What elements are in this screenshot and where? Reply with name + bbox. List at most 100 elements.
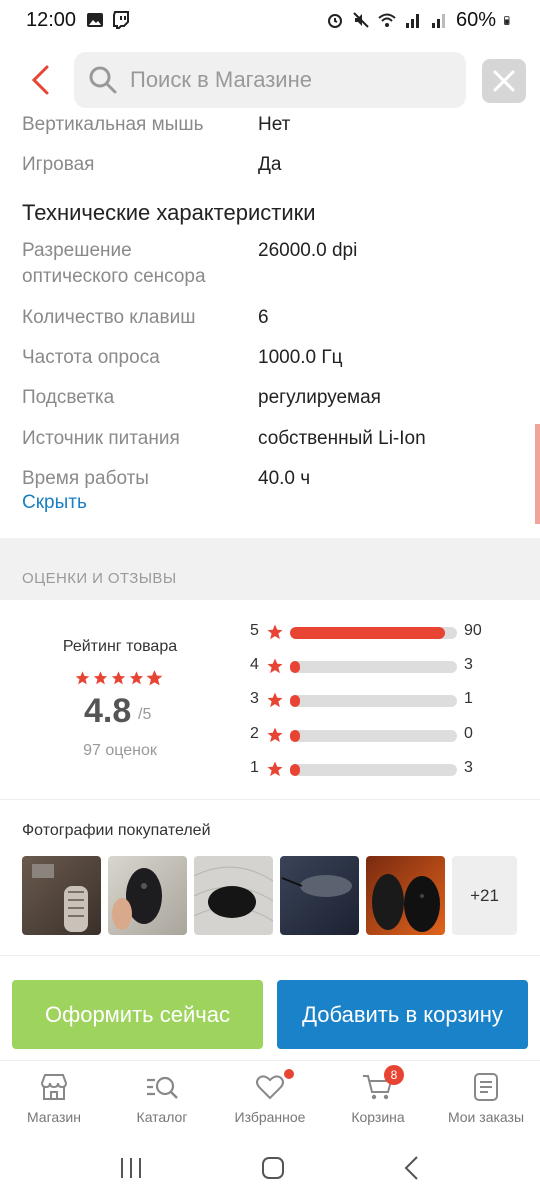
customer-photos-title: Фотографии покупателей — [22, 822, 211, 839]
nav-item-cart[interactable]: 8 Корзина — [324, 1061, 432, 1140]
catalog-search-icon — [147, 1076, 178, 1099]
bar-track — [290, 627, 457, 639]
notification-dot — [284, 1069, 294, 1079]
star-half-icon — [146, 670, 163, 686]
scroll-indicator — [535, 424, 540, 524]
spec-key: Разрешение оптического сенсора — [22, 240, 206, 287]
close-icon — [493, 70, 515, 92]
rating-bar-row: 1 3 — [250, 759, 520, 779]
mouse-photo-icon — [112, 868, 162, 930]
recent-apps-button[interactable] — [118, 1156, 144, 1185]
battery-icon — [504, 16, 510, 25]
bar-stars: 4 — [250, 656, 259, 673]
clear-search-button[interactable] — [482, 59, 526, 103]
bar-stars: 2 — [250, 725, 259, 742]
orders-icon — [474, 1073, 498, 1101]
section-separator — [0, 538, 540, 600]
bar-fill — [290, 627, 446, 639]
spec-key: Время работы — [22, 468, 149, 489]
spec-value: 6 — [258, 307, 269, 328]
customer-photo[interactable] — [366, 856, 445, 935]
nav-item-favorites[interactable]: Избранное — [216, 1061, 324, 1140]
divider — [0, 955, 540, 956]
store-icon — [40, 1074, 68, 1100]
spec-key: Игровая — [22, 154, 95, 175]
star-icon — [93, 671, 108, 685]
rating-bar-row: 5 90 — [250, 622, 520, 642]
bar-track — [290, 764, 457, 776]
hide-specs-link[interactable]: Скрыть — [22, 492, 87, 514]
battery-percent: 60% — [455, 8, 496, 31]
system-nav-bar — [0, 1140, 540, 1200]
bar-count: 1 — [464, 690, 473, 707]
back-button[interactable] — [22, 62, 58, 98]
bar-count: 90 — [464, 622, 482, 639]
search-box[interactable] — [74, 52, 466, 108]
rating-bar-row: 3 1 — [250, 690, 520, 710]
bar-stars: 1 — [250, 759, 259, 776]
bar-count: 3 — [464, 656, 473, 673]
nav-item-store[interactable]: Магазин — [0, 1061, 108, 1140]
bar-fill — [290, 695, 300, 707]
spec-value: 40.0 ч — [258, 468, 311, 489]
rating-stars — [74, 670, 163, 686]
twitch-icon — [113, 11, 130, 29]
spec-value: регулируемая — [258, 387, 381, 408]
wifi-icon — [378, 13, 396, 27]
specs-section: Вертикальная мышь Нет Игровая Да Техниче… — [0, 108, 540, 538]
spec-value: собственный Li-Ion — [258, 428, 426, 449]
star-icon — [111, 671, 126, 685]
star-icon — [267, 692, 283, 708]
spec-value: Да — [258, 154, 282, 175]
gallery-icon — [87, 13, 104, 27]
customer-photos: +21 — [22, 856, 517, 935]
spec-value: 26000.0 dpi — [258, 240, 358, 261]
back-arrow-icon — [404, 1155, 418, 1180]
status-time: 12:00 — [26, 8, 77, 31]
nav-item-catalog[interactable]: Каталог — [108, 1061, 216, 1140]
customer-photo[interactable] — [280, 856, 359, 935]
nav-label: Каталог — [136, 1109, 188, 1125]
spec-key: Подсветка — [22, 387, 115, 408]
system-back-button[interactable] — [402, 1155, 422, 1186]
rating-count: 97 оценок — [83, 742, 157, 759]
nav-label: Корзина — [351, 1109, 405, 1125]
nav-label: Мои заказы — [447, 1109, 525, 1125]
bar-count: 3 — [464, 759, 473, 776]
bar-track — [290, 730, 457, 742]
bar-stars: 3 — [250, 690, 259, 707]
buy-now-button[interactable]: Оформить сейчас — [12, 980, 263, 1049]
mouse-photo-icon — [281, 875, 352, 897]
search-input[interactable] — [130, 67, 430, 93]
signal-icon — [405, 14, 419, 28]
add-to-cart-button[interactable]: Добавить в корзину — [277, 980, 528, 1049]
nav-label: Избранное — [234, 1109, 306, 1125]
nav-label: Магазин — [26, 1109, 81, 1125]
spec-value: Нет — [258, 114, 291, 135]
bar-fill — [290, 764, 300, 776]
customer-photo[interactable] — [194, 856, 273, 935]
customer-photo[interactable] — [22, 856, 101, 935]
chevron-left-icon — [31, 65, 49, 95]
nav-item-orders[interactable]: Мои заказы — [432, 1061, 540, 1140]
search-header — [0, 44, 540, 116]
customer-photo[interactable] — [108, 856, 187, 935]
mute-icon — [353, 12, 369, 28]
home-icon — [262, 1156, 284, 1179]
star-icon — [129, 671, 144, 685]
bar-track — [290, 661, 457, 673]
home-button[interactable] — [260, 1155, 286, 1186]
mouse-photo-icon — [372, 874, 440, 932]
more-photos-button[interactable]: +21 — [452, 856, 517, 935]
bar-stars: 5 — [250, 622, 259, 639]
bar-fill — [290, 730, 300, 742]
rating-summary[interactable]: Рейтинг товара 4.8 /5 97 оценок 5 90 4 3… — [0, 600, 540, 800]
mouse-photo-icon — [32, 864, 88, 932]
alarm-icon — [327, 14, 342, 28]
spec-key: Количество клавиш — [22, 307, 196, 328]
bar-count: 0 — [464, 725, 473, 742]
star-icon — [267, 658, 283, 674]
status-bar: 12:00 60% — [0, 0, 540, 40]
star-icon — [75, 671, 90, 685]
signal-2-icon — [431, 14, 445, 28]
